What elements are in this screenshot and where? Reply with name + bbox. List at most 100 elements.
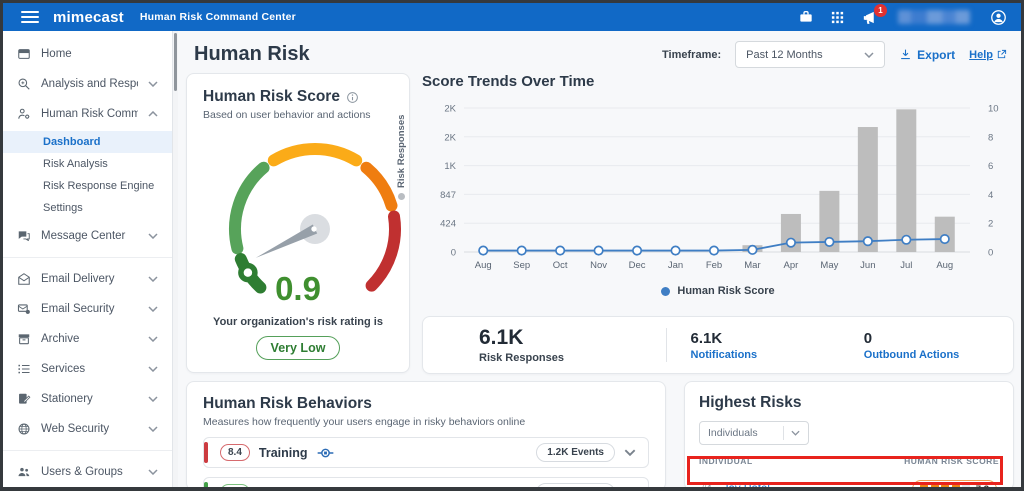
benchmark-icon[interactable] <box>317 447 334 459</box>
account-name-redacted[interactable] <box>898 10 970 24</box>
users-icon <box>17 465 31 479</box>
stats-card: 6.1K Risk Responses 6.1K Notifications 0… <box>422 316 1014 374</box>
svg-text:Nov: Nov <box>590 260 607 271</box>
sidebar-item-human-risk-command-center[interactable]: Human Risk Command Ce... <box>3 99 172 129</box>
behavior-row-training[interactable]: 8.4 Training 1.2K Events <box>203 437 649 468</box>
chevron-down-icon <box>148 469 158 475</box>
rating-text: Your organization's risk rating is <box>203 316 393 328</box>
scrollbar-thumb[interactable] <box>174 33 177 91</box>
person-gear-icon <box>17 107 31 121</box>
behaviors-subtitle: Measures how frequently your users engag… <box>203 416 649 428</box>
user-avatar-icon[interactable] <box>990 9 1007 26</box>
archive-box-icon <box>17 332 31 346</box>
svg-text:4: 4 <box>988 190 993 201</box>
chevron-down-icon <box>148 81 158 87</box>
apps-grid-icon[interactable] <box>830 10 845 25</box>
sidebar-subitem-settings[interactable]: Settings <box>3 197 172 219</box>
column-human-risk-score: HUMAN RISK SCORE <box>904 456 999 466</box>
chevron-down-icon <box>148 366 158 372</box>
notifications-link[interactable]: Notifications <box>691 349 840 361</box>
svg-text:10: 10 <box>988 104 999 115</box>
sidebar-item-message-center[interactable]: Message Center <box>3 221 172 251</box>
app-window: mimecast Human Risk Command Center 1 Hom… <box>0 0 1024 491</box>
sidebar-divider <box>3 450 172 451</box>
chevron-down-icon <box>148 426 158 432</box>
notification-badge: 1 <box>874 4 887 17</box>
svg-text:Sep: Sep <box>513 260 530 271</box>
benchmark-icon[interactable] <box>410 487 427 491</box>
svg-text:8: 8 <box>988 132 993 143</box>
list-icon <box>17 362 31 376</box>
sidebar-item-web-security[interactable]: Web Security <box>3 414 172 444</box>
risk-type-select[interactable]: Individuals <box>699 421 809 445</box>
trends-title: Score Trends Over Time <box>422 73 1014 90</box>
external-link-icon <box>996 49 1007 60</box>
risk-accent-bar <box>204 482 208 491</box>
sidebar-item-analysis-and-response[interactable]: Analysis and Response <box>3 69 172 99</box>
sidebar-item-email-delivery[interactable]: Email Delivery <box>3 264 172 294</box>
sidebar-subitem-risk-analysis[interactable]: Risk Analysis <box>3 153 172 175</box>
events-count-badge: 1.8K Events <box>536 483 615 491</box>
sidebar-item-home[interactable]: Home <box>3 39 172 69</box>
svg-text:0: 0 <box>988 248 993 259</box>
outbound-actions-link[interactable]: Outbound Actions <box>864 349 1013 361</box>
stat-risk-responses: 6.1K Risk Responses <box>423 326 666 364</box>
svg-text:Aug: Aug <box>475 260 492 271</box>
timeframe-select[interactable]: Past 12 Months <box>735 41 885 68</box>
trend-chart: 00424284741K62K82K10AugSepOctNovDecJanFe… <box>422 96 1014 278</box>
events-count-badge: 1.2K Events <box>536 443 615 462</box>
rating-badge: Very Low <box>256 336 341 360</box>
mimecast-logo: mimecast <box>53 9 124 26</box>
globe-icon <box>17 422 31 436</box>
sidebar-item-archive[interactable]: Archive <box>3 324 172 354</box>
export-button[interactable]: Export <box>899 48 955 62</box>
page-title: Human Risk <box>194 43 310 66</box>
risk-row-jay-patel[interactable]: #1 Jay Patel 7.3 <box>699 476 999 491</box>
sidebar-subitem-risk-response-engine[interactable]: Risk Response Engine <box>3 175 172 197</box>
sidebar-subitem-dashboard[interactable]: Dashboard <box>3 131 172 153</box>
sidebar-item-users-and-groups[interactable]: Users & Groups <box>3 457 172 487</box>
chevron-down-icon[interactable] <box>624 449 636 456</box>
svg-text:2K: 2K <box>444 132 456 143</box>
behavior-score-badge: 8.4 <box>220 444 250 461</box>
sidebar-divider <box>3 257 172 258</box>
main-content: Human Risk Timeframe: Past 12 Months Exp… <box>178 31 1021 487</box>
info-icon[interactable] <box>346 91 359 104</box>
score-trends-section: Score Trends Over Time Risk Responses 00… <box>422 73 1014 297</box>
sidebar-item-stationery[interactable]: Stationery <box>3 384 172 414</box>
risk-score-value: 0.9 <box>203 270 393 308</box>
app-title: Human Risk Command Center <box>140 11 296 23</box>
help-link[interactable]: Help <box>969 49 1007 61</box>
announcements-icon[interactable]: 1 <box>861 9 878 26</box>
topbar: mimecast Human Risk Command Center 1 <box>3 3 1021 31</box>
svg-text:Dec: Dec <box>629 260 646 271</box>
sidebar: Home Analysis and Response Human Risk Co… <box>3 31 173 487</box>
svg-text:847: 847 <box>440 190 456 201</box>
risk-responses-legend-dot <box>398 193 405 200</box>
chevron-up-icon <box>148 111 158 117</box>
chevron-down-icon <box>864 52 874 58</box>
sidebar-item-services[interactable]: Services <box>3 354 172 384</box>
svg-text:Jan: Jan <box>668 260 683 271</box>
svg-text:6: 6 <box>988 161 993 172</box>
svg-text:0: 0 <box>451 248 456 259</box>
chevron-down-icon <box>148 396 158 402</box>
chevron-down-icon <box>148 233 158 239</box>
menu-icon[interactable] <box>21 11 39 23</box>
score-card-subtitle: Based on user behavior and actions <box>203 109 393 121</box>
sidebar-item-email-security[interactable]: Email Security <box>3 294 172 324</box>
svg-text:Oct: Oct <box>553 260 568 271</box>
download-icon <box>899 48 912 61</box>
behavior-row-sensitive-data-handling[interactable]: 0.3 Sensitive Data Handling 1.8K Events <box>203 477 649 491</box>
chart-legend: Human Risk Score <box>422 285 1014 297</box>
human-risk-behaviors-card: Human Risk Behaviors Measures how freque… <box>186 381 666 491</box>
chevron-down-icon <box>148 336 158 342</box>
search-icon <box>17 77 31 91</box>
briefcase-icon[interactable] <box>798 9 814 25</box>
behaviors-title: Human Risk Behaviors <box>203 395 649 413</box>
highest-risks-card: Highest Risks Individuals INDIVIDUAL HUM… <box>684 381 1014 491</box>
pen-document-icon <box>17 392 31 406</box>
stat-outbound-actions: 0 Outbound Actions <box>840 330 1013 361</box>
sidebar-item-policies[interactable]: Policies <box>3 487 172 491</box>
individual-name-link[interactable]: Jay Patel <box>723 483 770 491</box>
